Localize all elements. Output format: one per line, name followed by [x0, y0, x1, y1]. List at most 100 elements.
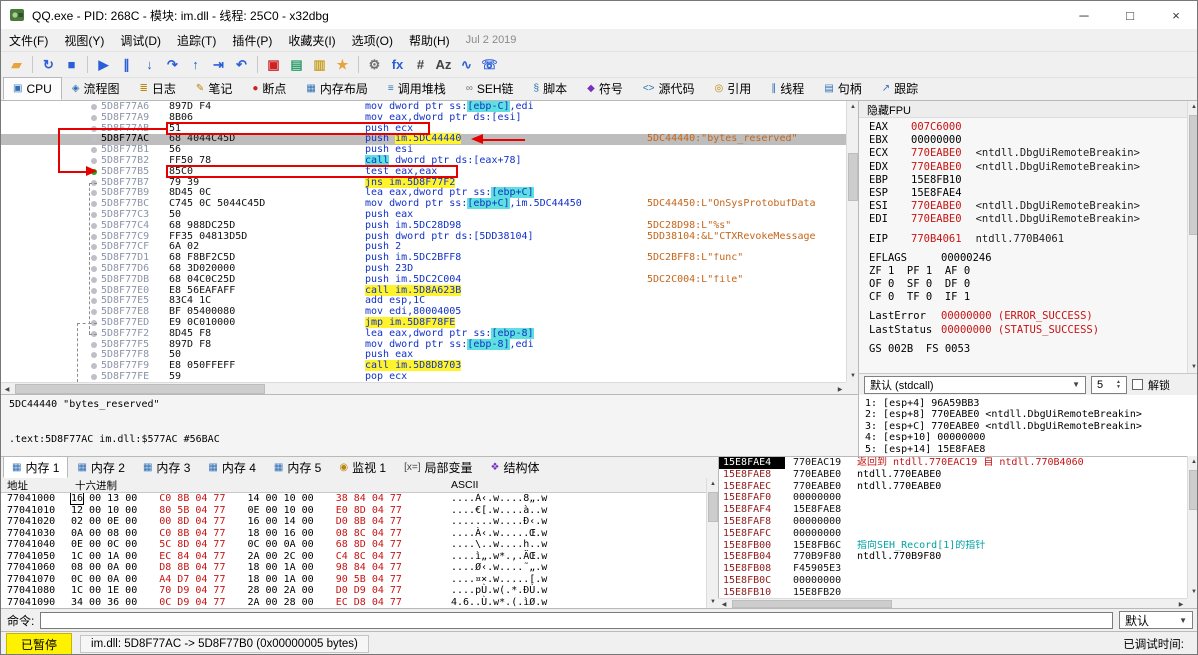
stack-row[interactable]: 15E8FAF0 00000000: [719, 492, 1187, 504]
register-row[interactable]: EAX 007C6000: [869, 121, 1189, 134]
row-dot-icon[interactable]: [91, 309, 97, 316]
stack-row[interactable]: 15E8FB04 770B9F80 ntdll.770B9F80: [719, 551, 1187, 563]
scroll-down-icon[interactable]: ▼: [1188, 586, 1197, 598]
row-dot-icon[interactable]: [91, 211, 97, 218]
tab-script[interactable]: § 脚本: [524, 77, 578, 100]
memory-row[interactable]: 77041010 12 00 10 00 80 5B 04 77 0E 00 10 0…: [1, 505, 706, 517]
memory-row[interactable]: 77041040 0E 00 0C 00 5C 8D 04 77 0C 00 0A 0…: [1, 539, 706, 551]
scroll-thumb[interactable]: [1189, 470, 1197, 510]
tab-source[interactable]: <> 源代码: [633, 77, 705, 100]
unlock-checkbox[interactable]: [1132, 379, 1143, 390]
menu-item[interactable]: 收藏夹(I): [280, 31, 343, 51]
fx-icon[interactable]: fx: [386, 54, 409, 75]
step-back-icon[interactable]: ↶: [230, 54, 253, 75]
row-dot-icon[interactable]: [91, 265, 97, 272]
tab-memory-2[interactable]: ▦ 内存 2: [68, 456, 133, 478]
restart-icon[interactable]: ↻: [37, 54, 60, 75]
tab-notes[interactable]: ✎ 笔记: [186, 77, 242, 100]
memory-vscrollbar[interactable]: ▲ ▼: [706, 478, 718, 608]
row-dot-icon[interactable]: [91, 352, 97, 359]
register-row[interactable]: EIP 770B4061 ntdll.770B4061: [869, 233, 1189, 246]
argument-count-stepper[interactable]: 5 ▲ ▼: [1091, 375, 1127, 394]
scroll-thumb[interactable]: [708, 492, 718, 522]
register-row[interactable]: ECX 770EABE0 <ntdll.DbgUiRemoteBreakin>: [869, 147, 1189, 160]
favorites-star-icon[interactable]: ★: [331, 54, 354, 75]
memory-row[interactable]: 77041000 16 00 13 00 C0 8B 04 77 14 00 10 0…: [1, 493, 706, 505]
tab-seh[interactable]: ∞ SEH链: [456, 77, 524, 100]
register-row[interactable]: EDX 770EABE0 <ntdll.DbgUiRemoteBreakin>: [869, 161, 1189, 174]
memory-row[interactable]: 77041030 0A 00 08 00 C0 8B 04 77 18 00 16 0…: [1, 528, 706, 540]
row-dot-icon[interactable]: [91, 287, 97, 294]
disassembly-panel[interactable]: 5D8F77A6 897D F4 mov dword ptr ss:[ebp-C],…: [1, 101, 846, 382]
scroll-up-icon[interactable]: ▲: [1188, 456, 1197, 468]
step-out-icon[interactable]: ↑: [184, 54, 207, 75]
memory-row[interactable]: 77041070 0C 00 0A 00 A4 D7 04 77 18 00 1A 0…: [1, 574, 706, 586]
scroll-down-icon[interactable]: ▼: [1188, 361, 1197, 373]
open-file-icon[interactable]: ▰: [5, 54, 28, 75]
disassembly-vscrollbar[interactable]: ▲ ▼: [846, 101, 858, 382]
menu-item[interactable]: 追踪(T): [169, 31, 224, 51]
argument-row[interactable]: 3: [esp+C] 770EABE0 <ntdll.DbgUiRemoteBr…: [865, 421, 1193, 432]
tab-memory-4[interactable]: ▦ 内存 4: [199, 456, 264, 478]
trace-record-icon[interactable]: ▣: [262, 54, 285, 75]
hash-icon[interactable]: #: [409, 54, 432, 75]
disassembly-hscrollbar[interactable]: ◀ ▶: [1, 382, 846, 394]
tab-handles[interactable]: ▤ 句柄: [814, 77, 871, 100]
memory-row[interactable]: 77041090 34 00 36 00 0C D9 04 77 2A 00 28 0…: [1, 597, 706, 609]
register-row[interactable]: EBX 00000000: [869, 134, 1189, 147]
tab-breakpoints[interactable]: ● 断点: [242, 77, 296, 100]
maximize-button[interactable]: □: [1107, 1, 1153, 29]
argument-row[interactable]: 5: [esp+14] 15E8FAE8: [865, 444, 1193, 455]
tab-symbols[interactable]: ◆ 符号: [577, 77, 633, 100]
argument-row[interactable]: 2: [esp+8] 770EABE0 <ntdll.DbgUiRemoteBr…: [865, 409, 1193, 420]
register-row[interactable]: LastStatus 00000000 (STATUS_SUCCESS): [869, 324, 1189, 337]
command-profile-select[interactable]: 默认 ▼: [1119, 611, 1193, 629]
tab-locals[interactable]: [x=] 局部变量: [395, 456, 481, 478]
step-over-icon[interactable]: ↷: [161, 54, 184, 75]
register-row[interactable]: EBP 15E8FB10: [869, 174, 1189, 187]
tab-memory-5[interactable]: ▦ 内存 5: [265, 456, 330, 478]
calling-convention-select[interactable]: 默认 (stdcall) ▼: [864, 375, 1086, 394]
minimize-button[interactable]: ─: [1061, 1, 1107, 29]
stack-row[interactable]: 15E8FAE4 770EAC19 返回到 ntdll.770EAC19 自 ntd…: [719, 457, 1187, 469]
tab-memory-map[interactable]: ▦ 内存布局: [296, 77, 377, 100]
menu-item[interactable]: 文件(F): [1, 31, 56, 51]
register-row[interactable]: EFLAGS 00000246: [869, 252, 1189, 265]
tab-struct[interactable]: ❖ 结构体: [482, 456, 549, 478]
scroll-thumb[interactable]: [15, 384, 265, 394]
stack-row[interactable]: 15E8FAF8 00000000: [719, 516, 1187, 528]
stop-icon[interactable]: ■: [60, 54, 83, 75]
row-dot-icon[interactable]: [91, 373, 97, 380]
row-dot-icon[interactable]: [91, 276, 97, 283]
command-input[interactable]: [40, 611, 1113, 629]
memory-row[interactable]: 77041050 1C 00 1A 00 EC 84 04 77 2A 00 2C 0…: [1, 551, 706, 563]
stack-row[interactable]: 15E8FAE8 770EABE0 ntdll.770EABE0: [719, 469, 1187, 481]
row-dot-icon[interactable]: [91, 190, 97, 197]
row-dot-icon[interactable]: [91, 363, 97, 370]
tab-trace[interactable]: ↗ 跟踪: [872, 77, 928, 100]
row-dot-icon[interactable]: [91, 136, 97, 143]
stack-vscrollbar[interactable]: ▲ ▼: [1187, 456, 1197, 598]
memory-row[interactable]: 77041060 08 00 0A 00 D8 8B 04 77 18 00 1A 0…: [1, 562, 706, 574]
case-icon[interactable]: Az: [432, 54, 455, 75]
run-icon[interactable]: ▶: [92, 54, 115, 75]
settings-icon[interactable]: ⚙: [363, 54, 386, 75]
row-dot-icon[interactable]: [91, 222, 97, 229]
row-dot-icon[interactable]: [91, 104, 97, 110]
memory-row[interactable]: 77041080 1C 00 1E 00 70 D9 04 77 28 00 2A 0…: [1, 585, 706, 597]
stack-row[interactable]: 15E8FAFC 00000000: [719, 528, 1187, 540]
tab-call-stack[interactable]: ≡ 调用堆栈: [378, 77, 456, 100]
stack-panel[interactable]: 15E8FAE4 770EAC19 返回到 ntdll.770EAC19 自 ntd…: [718, 456, 1187, 598]
menu-item[interactable]: 视图(Y): [56, 31, 112, 51]
row-dot-icon[interactable]: [91, 341, 97, 348]
row-dot-icon[interactable]: [91, 147, 97, 154]
tab-cpu[interactable]: ▣ CPU: [3, 77, 62, 100]
arguments-panel[interactable]: 1: [esp+4] 96A59BB3 2: [esp+8] 770EABE0 <…: [858, 395, 1197, 456]
scroll-thumb[interactable]: [848, 153, 858, 201]
graph-toolbar-icon[interactable]: ∿: [455, 54, 478, 75]
register-row[interactable]: LastError 00000000 (ERROR_SUCCESS): [869, 310, 1189, 323]
tab-graph[interactable]: ◈ 流程图: [62, 77, 130, 100]
stack-row[interactable]: 15E8FAF4 15E8FAE8: [719, 504, 1187, 516]
scroll-thumb[interactable]: [732, 600, 892, 608]
menu-item[interactable]: 帮助(H): [401, 31, 458, 51]
